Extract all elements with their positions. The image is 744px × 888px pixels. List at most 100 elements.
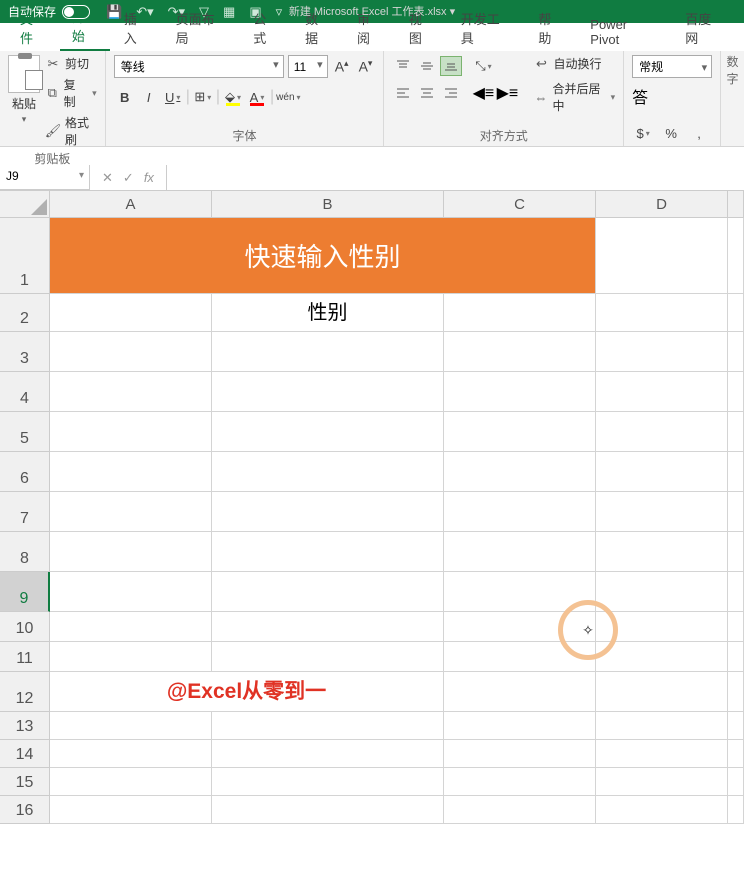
cell-a11[interactable] (50, 642, 212, 672)
window-title[interactable]: 新建 Microsoft Excel 工作表.xlsx ▾ (289, 3, 455, 19)
cell-a14[interactable] (50, 740, 212, 768)
cell-e12[interactable] (728, 672, 744, 712)
comma-button[interactable]: , (688, 122, 710, 144)
enter-formula-icon[interactable]: ✓ (123, 170, 134, 186)
cell-e1[interactable] (728, 218, 744, 294)
cell-b5[interactable] (212, 412, 444, 452)
col-header-c[interactable]: C (444, 191, 596, 218)
cell-d5[interactable] (596, 412, 728, 452)
align-right-button[interactable] (440, 83, 462, 103)
cell-b15[interactable] (212, 768, 444, 796)
cell-e14[interactable] (728, 740, 744, 768)
select-all-corner[interactable] (0, 191, 50, 218)
cell-a10[interactable] (50, 612, 212, 642)
cell-d6[interactable] (596, 452, 728, 492)
spreadsheet-grid[interactable]: A B C D 1 快速输入性别 2 性别 3 4 5 6 7 8 9 10 1… (0, 191, 744, 824)
cell-d16[interactable] (596, 796, 728, 824)
cell-c4[interactable] (444, 372, 596, 412)
cell-a7[interactable] (50, 492, 212, 532)
cell-c13[interactable] (444, 712, 596, 740)
tab-powerpivot[interactable]: Power Pivot (578, 12, 671, 51)
italic-button[interactable]: I (138, 86, 160, 108)
cell-c8[interactable] (444, 532, 596, 572)
cell-c7[interactable] (444, 492, 596, 532)
cell-c2[interactable] (444, 294, 596, 332)
copy-button[interactable]: ⧉复制▾ (46, 76, 97, 110)
row-header-1[interactable]: 1 (0, 218, 50, 294)
cell-a6[interactable] (50, 452, 212, 492)
cell-d1[interactable] (596, 218, 728, 294)
cell-d8[interactable] (596, 532, 728, 572)
cell-a9[interactable] (50, 572, 212, 612)
cell-c3[interactable] (444, 332, 596, 372)
cell-b4[interactable] (212, 372, 444, 412)
chevron-down-icon[interactable]: ▾ (22, 114, 27, 125)
cell-e10[interactable] (728, 612, 744, 642)
cell-b11[interactable] (212, 642, 444, 672)
cell-e8[interactable] (728, 532, 744, 572)
tab-developer[interactable]: 开发工具 (449, 4, 525, 51)
cell-b6[interactable] (212, 452, 444, 492)
cell-b9[interactable] (212, 572, 444, 612)
align-left-button[interactable] (392, 83, 414, 103)
cell-e6[interactable] (728, 452, 744, 492)
formula-input[interactable] (167, 165, 744, 190)
tab-baidu[interactable]: 百度网 (673, 4, 736, 51)
cell-c5[interactable] (444, 412, 596, 452)
wrap-text-button[interactable]: ↩自动换行 (534, 55, 615, 72)
cell-b14[interactable] (212, 740, 444, 768)
cell-d14[interactable] (596, 740, 728, 768)
cell-a13[interactable] (50, 712, 212, 740)
cell-c12[interactable] (444, 672, 596, 712)
cancel-formula-icon[interactable]: ✕ (102, 170, 113, 186)
col-header-a[interactable]: A (50, 191, 212, 218)
cell-a8[interactable] (50, 532, 212, 572)
cell-e5[interactable] (728, 412, 744, 452)
accounting-format-button[interactable]: $ (632, 122, 654, 144)
cell-e13[interactable] (728, 712, 744, 740)
borders-button[interactable]: ⊞ (192, 86, 214, 108)
cell-e15[interactable] (728, 768, 744, 796)
cell-c16[interactable] (444, 796, 596, 824)
decrease-font-button[interactable]: A▾ (356, 58, 376, 75)
cell-c6[interactable] (444, 452, 596, 492)
cell-e16[interactable] (728, 796, 744, 824)
row-header-14[interactable]: 14 (0, 740, 50, 768)
row-header-13[interactable]: 13 (0, 712, 50, 740)
cell-a4[interactable] (50, 372, 212, 412)
merge-center-button[interactable]: ⇔合并后居中▾ (534, 80, 615, 114)
cell-e11[interactable] (728, 642, 744, 672)
percent-button[interactable]: % (660, 122, 682, 144)
row-header-15[interactable]: 15 (0, 768, 50, 796)
cell-d2[interactable] (596, 294, 728, 332)
row-header-9[interactable]: 9 (0, 572, 50, 612)
row-header-16[interactable]: 16 (0, 796, 50, 824)
number-format-select[interactable] (632, 55, 712, 78)
row-header-7[interactable]: 7 (0, 492, 50, 532)
cell-d13[interactable] (596, 712, 728, 740)
fill-color-button[interactable]: ⬙ (222, 86, 244, 108)
cell-e2[interactable] (728, 294, 744, 332)
increase-indent-button[interactable]: ▶≡ (496, 83, 518, 103)
increase-font-button[interactable]: A▴ (332, 58, 352, 75)
cell-e9[interactable] (728, 572, 744, 612)
cell-a3[interactable] (50, 332, 212, 372)
cell-d4[interactable] (596, 372, 728, 412)
tab-page-layout[interactable]: 页面布局 (164, 4, 240, 51)
underline-button[interactable]: U (162, 86, 184, 108)
tab-file[interactable]: 文件 (8, 4, 58, 51)
cell-e7[interactable] (728, 492, 744, 532)
align-top-button[interactable] (392, 56, 414, 76)
cell-c14[interactable] (444, 740, 596, 768)
cell-d9[interactable] (596, 572, 728, 612)
align-center-button[interactable] (416, 83, 438, 103)
phonetic-button[interactable]: wén (276, 86, 300, 108)
tab-help[interactable]: 帮助 (526, 4, 576, 51)
decrease-indent-button[interactable]: ◀≡ (472, 83, 494, 103)
cell-d12[interactable] (596, 672, 728, 712)
cell-b3[interactable] (212, 332, 444, 372)
row-header-6[interactable]: 6 (0, 452, 50, 492)
font-name-select[interactable] (114, 55, 284, 78)
format-painter-button[interactable]: 🖌格式刷 (46, 114, 97, 148)
orientation-button[interactable]: ⤡ (472, 55, 494, 77)
